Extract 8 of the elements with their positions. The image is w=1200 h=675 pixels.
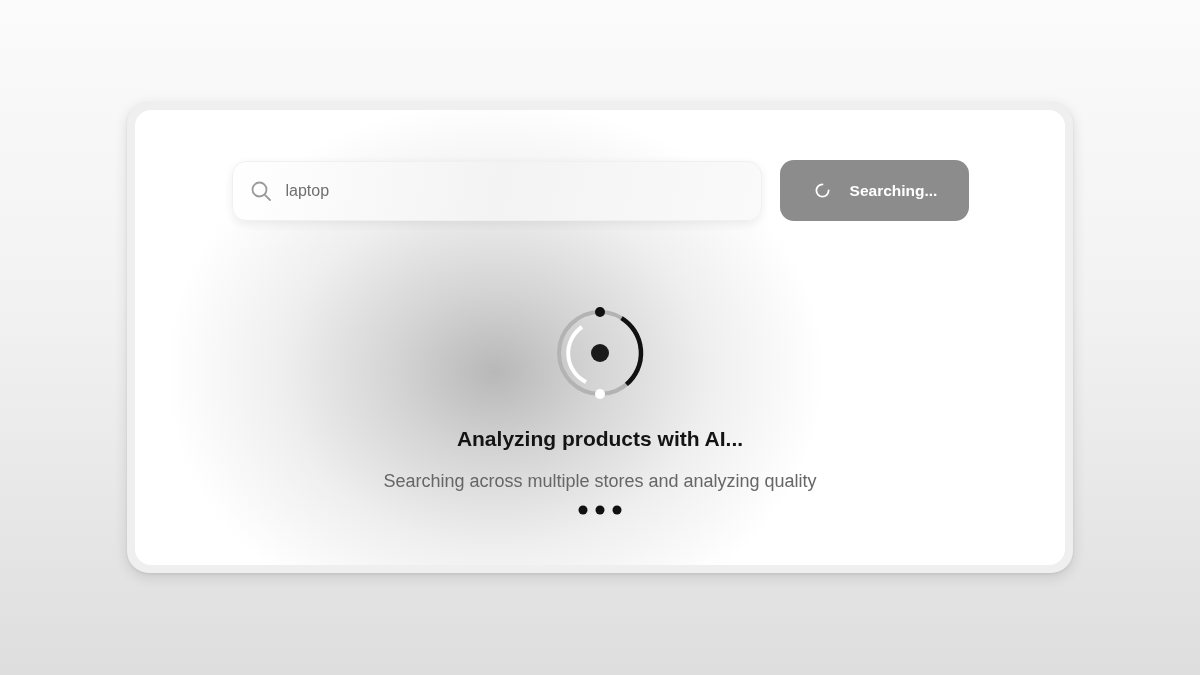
search-field[interactable]: laptop [231,160,762,221]
status-subtitle: Searching across multiple stores and analyzing quality [383,470,817,493]
status-title: Analyzing products with AI... [456,426,744,452]
spinner-icon [814,183,830,198]
search-button[interactable]: Searching... [779,160,969,221]
search-icon [250,180,271,201]
loading-dots-icon [578,505,622,515]
search-text: laptop [285,181,330,200]
